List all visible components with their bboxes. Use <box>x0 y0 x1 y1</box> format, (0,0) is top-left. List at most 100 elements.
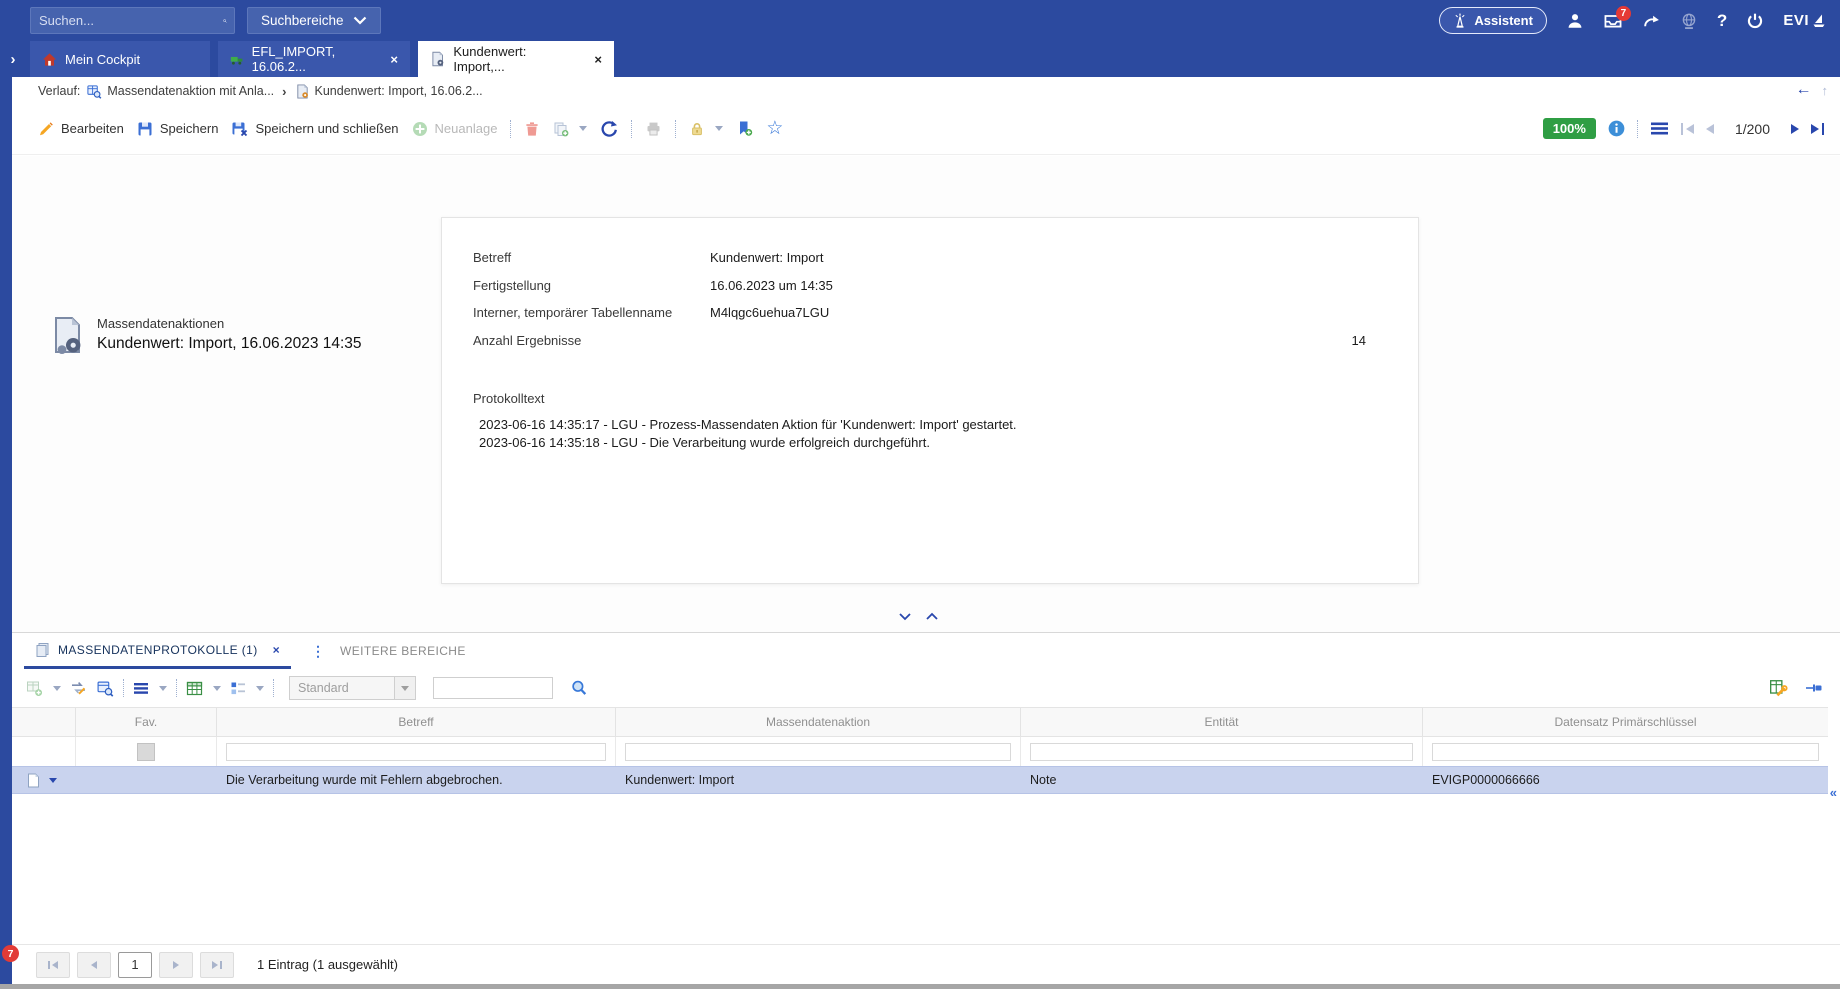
close-tab-icon[interactable]: × <box>584 52 602 67</box>
inbox-button[interactable]: 7 <box>1603 12 1623 30</box>
brand-text: EVI <box>1783 12 1809 29</box>
delete-icon[interactable] <box>524 121 540 137</box>
collapse-down-icon[interactable] <box>898 612 912 621</box>
close-panel-tab-icon[interactable]: × <box>273 643 280 657</box>
document-gear-icon <box>295 84 310 99</box>
close-tab-icon[interactable]: × <box>380 52 398 67</box>
field-label: Fertigstellung <box>473 278 710 293</box>
info-icon[interactable] <box>1608 120 1625 137</box>
more-tabs-icon[interactable]: ⋮ <box>311 643 325 660</box>
power-icon[interactable] <box>1746 12 1764 30</box>
view-menu-button[interactable] <box>133 682 167 695</box>
tab-efl-import[interactable]: EFL_IMPORT, 16.06.2... × <box>218 41 410 77</box>
filter-massendatenaktion-input[interactable] <box>625 743 1011 761</box>
last-page-button[interactable] <box>1811 123 1824 135</box>
first-page-button <box>1681 123 1694 135</box>
tab-mein-cockpit[interactable]: Mein Cockpit <box>30 41 210 77</box>
floppy-icon <box>137 121 153 137</box>
filter-betreff-cell <box>217 737 616 766</box>
save-button[interactable]: Speichern <box>137 121 219 137</box>
list-view-button[interactable] <box>230 681 264 696</box>
table-settings-icon[interactable] <box>1769 679 1788 697</box>
assistant-button[interactable]: Assistent <box>1439 7 1547 34</box>
history-up-icon[interactable]: ↑ <box>1822 83 1829 98</box>
menu-icon[interactable] <box>1650 121 1669 136</box>
cell-betreff: Die Verarbeitung wurde mit Fehlern abgeb… <box>217 773 616 787</box>
global-search[interactable] <box>30 7 235 34</box>
header-entitaet[interactable]: Entität <box>1021 708 1423 736</box>
refresh-icon[interactable] <box>600 120 618 138</box>
filter-fav-cell[interactable] <box>76 737 217 766</box>
protocol-label: Protokolltext <box>473 391 1366 406</box>
pin-icon[interactable] <box>1805 681 1824 695</box>
view-select-caret[interactable] <box>395 676 416 700</box>
next-page-button[interactable] <box>1791 124 1799 134</box>
separator <box>273 679 274 697</box>
dropdown-caret-icon <box>256 686 264 691</box>
page-indicator: 1/200 <box>1735 121 1770 137</box>
inbox-badge: 7 <box>1616 6 1631 21</box>
history-back-icon[interactable]: ← <box>1796 81 1812 99</box>
grid-view-button[interactable] <box>186 681 221 696</box>
brand-logo: EVI <box>1783 12 1826 29</box>
field-value: M4lqgc6uehua7LGU <box>710 305 1366 320</box>
table-row[interactable]: Die Verarbeitung wurde mit Fehlern abgeb… <box>12 766 1828 794</box>
header-massendatenaktion[interactable]: Massendatenaktion <box>616 708 1021 736</box>
row-icon-cell[interactable] <box>12 773 76 788</box>
edit-button[interactable]: Bearbeiten <box>38 121 124 137</box>
save-label: Speichern <box>160 121 219 136</box>
panel-quick-search-input[interactable] <box>433 677 553 699</box>
truck-icon <box>230 52 244 67</box>
breadcrumb-item-kundenwert[interactable]: Kundenwert: Import, 16.06.2... <box>295 84 483 99</box>
collapse-right-chevron[interactable]: « <box>1830 785 1837 800</box>
header-primaerschluessel[interactable]: Datensatz Primärschlüssel <box>1423 708 1828 736</box>
copy-button[interactable] <box>553 121 587 137</box>
edit-label: Bearbeiten <box>61 121 124 136</box>
header-fav[interactable]: Fav. <box>76 708 217 736</box>
panel-search-icon[interactable] <box>570 679 588 697</box>
filter-primaerschluessel-input[interactable] <box>1432 743 1819 761</box>
tab-massendatenprotokolle[interactable]: MASSENDATENPROTOKOLLE (1) × <box>24 633 291 669</box>
table-search-icon <box>86 84 102 99</box>
record-toolbar: Bearbeiten Speichern Speichern und schli… <box>12 103 1840 155</box>
last-page-button <box>200 952 234 978</box>
header-betreff[interactable]: Betreff <box>217 708 616 736</box>
pencil-icon <box>38 121 54 137</box>
row-actions-caret-icon[interactable] <box>49 778 57 783</box>
current-page-button[interactable]: 1 <box>118 952 152 978</box>
assistant-label: Assistent <box>1474 13 1533 28</box>
transfer-icon[interactable] <box>70 680 87 696</box>
expand-sidebar-chevron[interactable]: › <box>0 41 26 77</box>
save-close-button[interactable]: Speichern und schließen <box>231 121 398 137</box>
search-input[interactable] <box>31 13 223 28</box>
bookmark-add-icon[interactable] <box>736 120 753 137</box>
quality-badge: 100% <box>1543 118 1596 139</box>
sailboat-icon <box>1812 13 1826 29</box>
search-areas-label: Suchbereiche <box>261 13 344 28</box>
search-areas-button[interactable]: Suchbereiche <box>247 7 381 34</box>
tab-kundenwert-import[interactable]: Kundenwert: Import,... × <box>418 41 614 77</box>
dropdown-caret-icon <box>159 686 167 691</box>
globe-icon[interactable] <box>1680 12 1698 30</box>
window-bottom-edge <box>0 984 1840 989</box>
tab-weitere-bereiche[interactable]: WEITERE BEREICHE <box>340 644 466 658</box>
document-gear-icon <box>430 51 445 67</box>
expand-up-icon[interactable] <box>925 612 939 621</box>
record-type-label: Massendatenaktionen <box>97 316 362 331</box>
separator <box>1637 120 1638 138</box>
help-button[interactable]: ? <box>1717 11 1727 31</box>
favorite-star-icon[interactable]: ☆ <box>766 121 783 137</box>
filter-betreff-input[interactable] <box>226 743 606 761</box>
view-select[interactable]: Standard <box>289 676 416 700</box>
redo-arrow-icon[interactable] <box>1642 12 1661 29</box>
filter-entitaet-input[interactable] <box>1030 743 1413 761</box>
table-search-icon[interactable] <box>96 680 114 697</box>
separator <box>631 120 632 138</box>
field-row-anzahl-ergebnisse: Anzahl Ergebnisse 14 <box>473 327 1366 355</box>
search-icon[interactable] <box>223 13 227 29</box>
fav-filter-checkbox[interactable] <box>137 743 155 761</box>
breadcrumb-item-massendatenaktion[interactable]: Massendatenaktion mit Anla... <box>86 84 274 99</box>
massendatenaktion-icon <box>50 316 84 356</box>
user-icon[interactable] <box>1566 12 1584 30</box>
error-count-badge[interactable]: 7 <box>2 945 19 962</box>
